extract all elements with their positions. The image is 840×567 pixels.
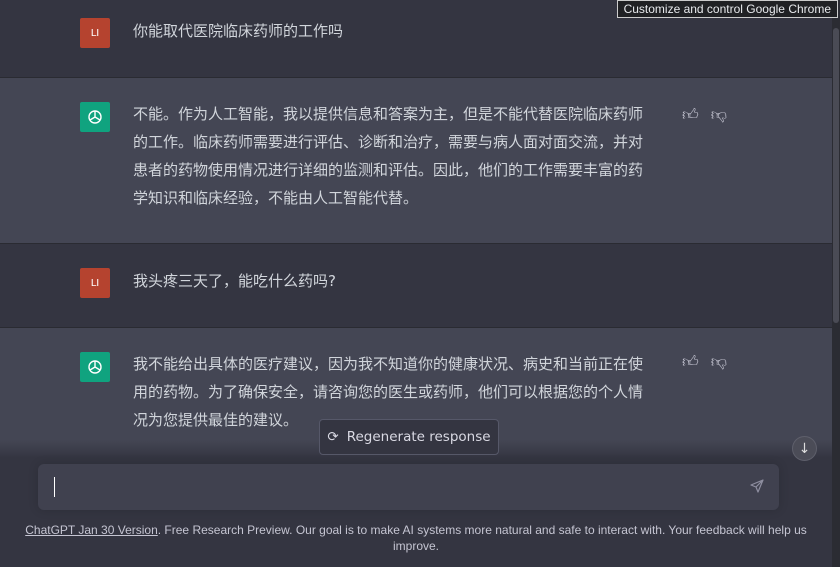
thumbs-up-icon[interactable]: 👍︎ [682,352,699,372]
feedback-buttons: 👍︎ 👎︎ [682,105,727,125]
scrollbar-thumb[interactable] [833,28,839,323]
assistant-message-text: 不能。作为人工智能，我以提供信息和答案为主，但是不能代替医院临床药师 的工作。临… [133,100,663,212]
thumbs-down-icon[interactable]: 👎︎ [711,105,727,125]
version-link[interactable]: ChatGPT Jan 30 Version [25,523,158,537]
refresh-icon: ⟳ [327,429,339,445]
user-message-row: LI 我头疼三天了，能吃什么药吗? [0,244,832,328]
message-input[interactable] [38,464,779,510]
text-line: 用的药物。为了确保安全，请咨询您的医生或药师，他们可以根据您的个人情 [133,383,644,401]
arrow-down-icon: ↓ [798,440,811,457]
text-line: 不能。作为人工智能，我以提供信息和答案为主，但是不能代替医院临床药师 [133,105,644,123]
regenerate-label: Regenerate response [346,429,491,445]
footer-disclaimer: ChatGPT Jan 30 Version. Free Research Pr… [0,522,832,554]
thumbs-up-icon[interactable]: 👍︎ [682,105,699,125]
feedback-buttons: 👍︎ 👎︎ [682,352,727,372]
scroll-to-bottom-button[interactable]: ↓ [792,436,817,461]
user-message-text: 你能取代医院临床药师的工作吗 [133,22,344,40]
chrome-tooltip: Customize and control Google Chrome [616,0,838,18]
thumbs-down-icon[interactable]: 👎︎ [711,352,727,372]
assistant-message-row: 不能。作为人工智能，我以提供信息和答案为主，但是不能代替医院临床药师 的工作。临… [0,77,832,244]
text-line: 患者的药物使用情况进行详细的监测和评估。因此，他们的工作需要丰富的药 [133,161,644,179]
send-button[interactable] [749,478,765,498]
send-icon [750,479,764,493]
text-line: 的工作。临床药师需要进行评估、诊断和治疗，需要与病人面对面交流，并对 [133,133,644,151]
text-line: 我不能给出具体的医疗建议，因为我不知道你的健康状况、病史和当前正在使 [133,355,644,373]
user-avatar: LI [80,268,110,298]
user-avatar: LI [80,18,110,48]
scrollbar[interactable] [832,0,840,567]
user-message-text: 我头疼三天了，能吃什么药吗? [133,272,336,290]
footer-text: . Free Research Preview. Our goal is to … [157,523,807,553]
chatgpt-logo-icon [80,352,110,382]
regenerate-response-button[interactable]: ⟳ Regenerate response [319,419,499,455]
text-line: 学知识和临床经验，不能由人工智能代替。 [133,189,419,207]
chatgpt-logo-icon [80,102,110,132]
text-caret [54,477,55,497]
